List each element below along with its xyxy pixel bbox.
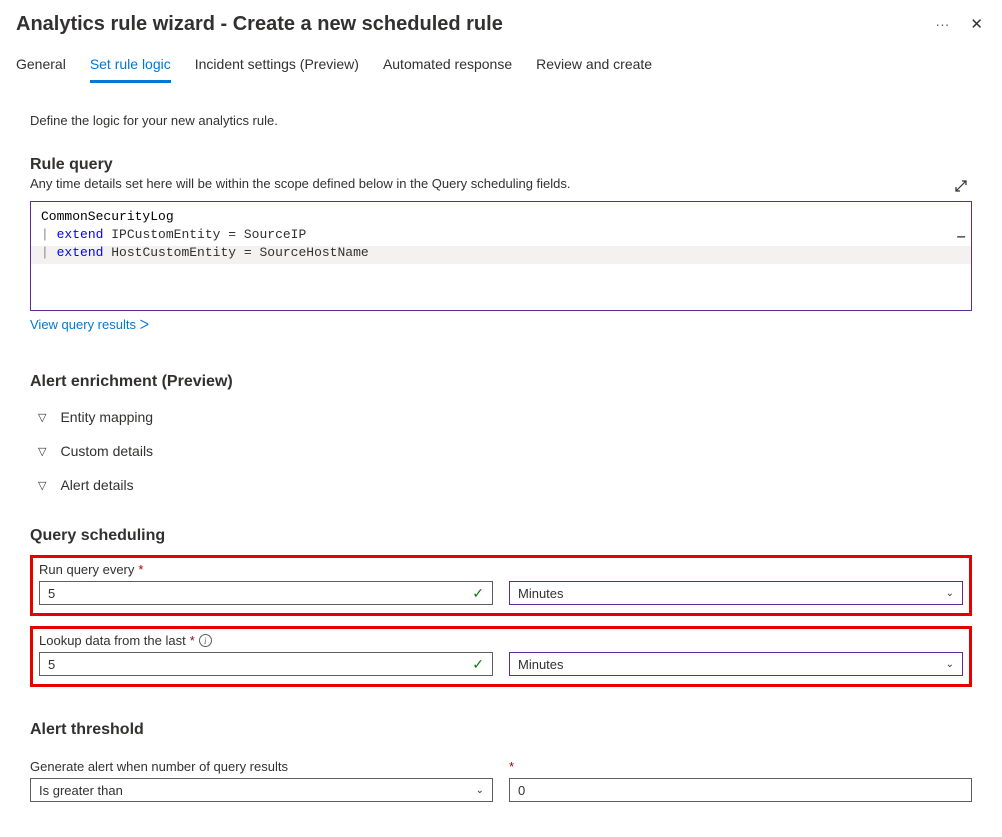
- query-editor[interactable]: — CommonSecurityLog | extend IPCustomEnt…: [30, 201, 972, 311]
- code-line: CommonSecurityLog: [41, 209, 174, 224]
- tab-automated-response[interactable]: Automated response: [383, 56, 512, 83]
- run-query-every-label: Run query every: [39, 562, 134, 577]
- rule-query-heading: Rule query: [30, 156, 972, 174]
- expander-label: Custom details: [60, 443, 153, 459]
- highlight-lookup: Lookup data from the last * i 5 ✓ Minute…: [30, 626, 972, 687]
- chevron-down-icon: ▽: [38, 479, 46, 492]
- expander-custom-details[interactable]: ▽ Custom details: [38, 443, 972, 459]
- alert-threshold-label: Generate alert when number of query resu…: [30, 759, 493, 774]
- tab-review-create[interactable]: Review and create: [536, 56, 652, 83]
- expander-entity-mapping[interactable]: ▽ Entity mapping: [38, 409, 972, 425]
- tab-incident-settings[interactable]: Incident settings (Preview): [195, 56, 359, 83]
- run-query-every-input[interactable]: 5 ✓: [39, 581, 493, 605]
- lookup-data-input[interactable]: 5 ✓: [39, 652, 493, 676]
- query-scheduling-heading: Query scheduling: [30, 527, 972, 545]
- rule-query-subtext: Any time details set here will be within…: [30, 176, 972, 191]
- tab-set-rule-logic[interactable]: Set rule logic: [90, 56, 171, 83]
- expander-label: Alert details: [60, 477, 133, 493]
- chevron-down-icon: ⌄: [946, 659, 954, 670]
- highlight-run-every: Run query every * 5 ✓ Minutes ⌄: [30, 555, 972, 616]
- chevron-down-icon: ⌄: [476, 785, 484, 796]
- chevron-down-icon: ⌄: [946, 588, 954, 599]
- required-asterisk: *: [190, 633, 195, 648]
- expand-editor-icon[interactable]: [954, 179, 968, 196]
- run-query-every-unit-select[interactable]: Minutes ⌄: [509, 581, 963, 605]
- more-options-button[interactable]: ···: [935, 16, 949, 32]
- check-icon: ✓: [472, 656, 484, 673]
- expander-label: Entity mapping: [60, 409, 153, 425]
- required-asterisk: *: [509, 759, 514, 774]
- expander-alert-details[interactable]: ▽ Alert details: [38, 477, 972, 493]
- page-title: Analytics rule wizard - Create a new sch…: [16, 13, 503, 36]
- info-icon[interactable]: i: [199, 634, 212, 647]
- view-query-results-link[interactable]: View query results ᐳ: [30, 317, 149, 333]
- chevron-down-icon: ▽: [38, 445, 46, 458]
- lookup-data-unit-select[interactable]: Minutes ⌄: [509, 652, 963, 676]
- alert-threshold-operator-select[interactable]: Is greater than ⌄: [30, 778, 493, 802]
- close-button[interactable]: ✕: [967, 12, 986, 36]
- lookup-data-label: Lookup data from the last: [39, 633, 186, 648]
- alert-threshold-value-input[interactable]: 0: [509, 778, 972, 802]
- alert-enrichment-heading: Alert enrichment (Preview): [30, 373, 972, 391]
- tab-general[interactable]: General: [16, 56, 66, 83]
- tab-bar: General Set rule logic Incident settings…: [16, 42, 986, 83]
- intro-text: Define the logic for your new analytics …: [30, 113, 972, 128]
- check-icon: ✓: [472, 585, 484, 602]
- required-asterisk: *: [138, 562, 143, 577]
- alert-threshold-heading: Alert threshold: [30, 721, 972, 739]
- chevron-down-icon: ▽: [38, 411, 46, 424]
